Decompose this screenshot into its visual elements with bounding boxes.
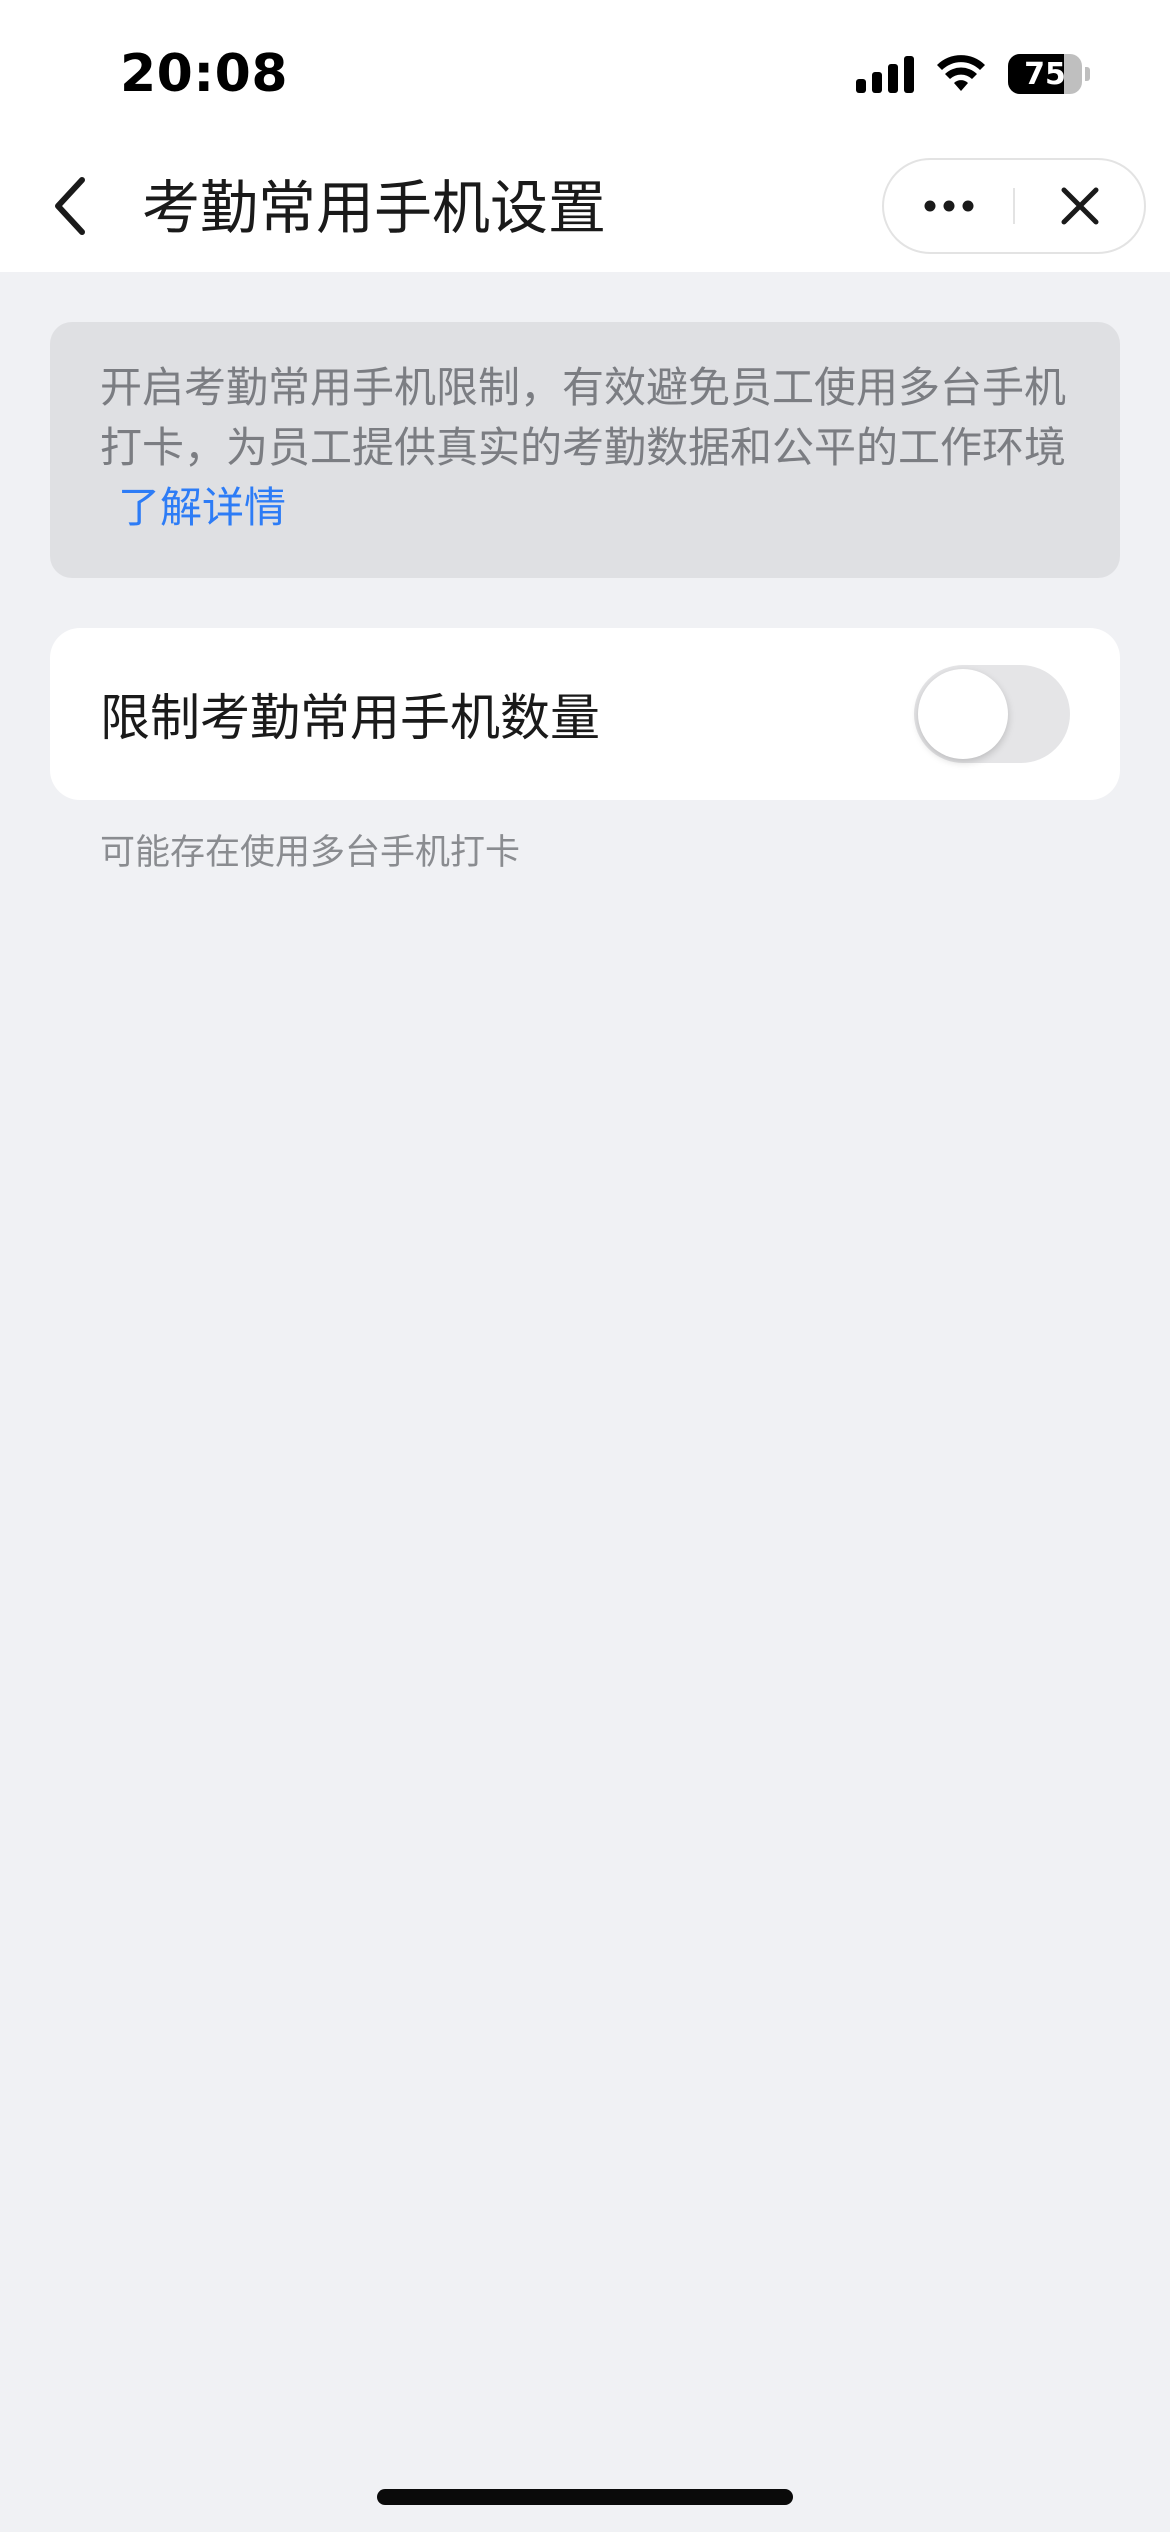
close-button[interactable] xyxy=(1015,160,1144,252)
mini-program-capsule xyxy=(882,158,1146,254)
notice-card: 开启考勤常用手机限制，有效避免员工使用多台手机打卡，为员工提供真实的考勤数据和公… xyxy=(50,322,1120,578)
setting-label: 限制考勤常用手机数量 xyxy=(100,689,600,747)
setting-hint: 可能存在使用多台手机打卡 xyxy=(100,833,521,873)
back-button[interactable] xyxy=(40,170,100,242)
battery-percent: 75 xyxy=(1024,56,1066,92)
wifi-icon xyxy=(937,55,985,91)
limit-phone-toggle[interactable] xyxy=(914,665,1070,763)
battery-icon: 75 xyxy=(1008,54,1090,94)
learn-more-link[interactable]: 了解详情 xyxy=(118,483,286,532)
page-title: 考勤常用手机设置 xyxy=(142,174,607,242)
close-icon xyxy=(1061,187,1098,225)
status-icons: 75 xyxy=(856,54,1090,94)
notice-text: 开启考勤常用手机限制，有效避免员工使用多台手机打卡，为员工提供真实的考勤数据和公… xyxy=(100,358,1070,538)
limit-phone-setting: 限制考勤常用手机数量 xyxy=(50,628,1120,800)
toggle-knob xyxy=(918,669,1008,759)
more-dots-icon xyxy=(924,200,973,212)
battery-body: 75 xyxy=(1008,54,1082,94)
chevron-left-icon xyxy=(55,177,85,235)
status-time: 20:08 xyxy=(120,44,289,104)
home-indicator xyxy=(377,2489,793,2505)
header-area: 20:08 75 考勤常用手机设置 xyxy=(0,0,1170,272)
notice-body: 开启考勤常用手机限制，有效避免员工使用多台手机打卡，为员工提供真实的考勤数据和公… xyxy=(100,363,1067,472)
battery-nub xyxy=(1085,67,1090,81)
more-button[interactable] xyxy=(884,160,1013,252)
signal-icon xyxy=(856,55,914,93)
